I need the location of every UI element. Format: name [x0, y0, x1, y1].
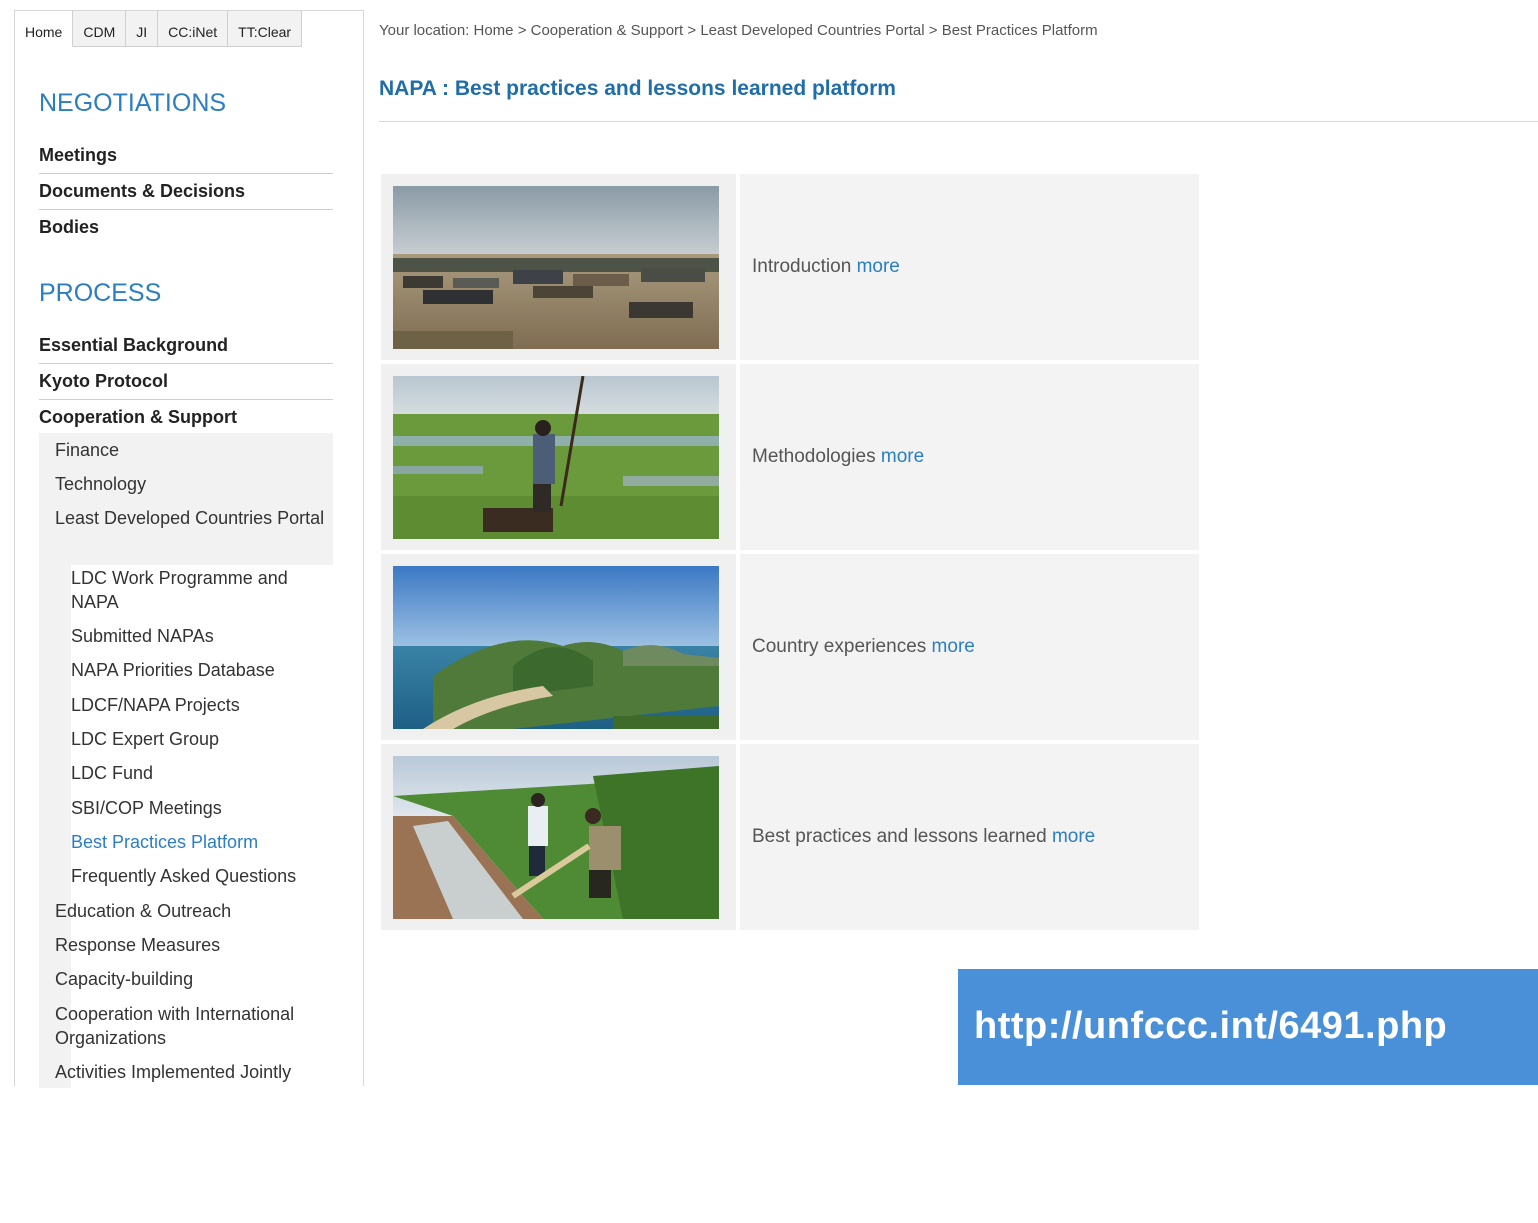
- card-text-cell: Introduction more: [740, 174, 1199, 360]
- card-title: Methodologies: [752, 446, 876, 467]
- card-caption: Methodologies more: [752, 446, 924, 468]
- sidebar-item-essential-background[interactable]: Essential Background: [39, 327, 333, 364]
- sidebar-item-bodies[interactable]: Bodies: [39, 209, 333, 245]
- irrigation-canal-photo: [393, 756, 719, 919]
- floating-village-photo: [393, 186, 719, 349]
- sidebar-item-meetings[interactable]: Meetings: [39, 137, 333, 174]
- card-title: Introduction: [752, 256, 852, 277]
- card-introduction: Introduction more: [381, 174, 1199, 360]
- wetland-boatman-photo: [393, 376, 719, 539]
- sidebar-item-ldc-portal[interactable]: Least Developed Countries Portal: [55, 506, 335, 530]
- more-link-best-practices[interactable]: more: [1052, 826, 1095, 847]
- sidebar-item-best-practices-platform[interactable]: Best Practices Platform: [71, 830, 335, 854]
- sidebar-item-submitted-napas[interactable]: Submitted NAPAs: [71, 624, 335, 648]
- sidebar-item-napa-priorities-database[interactable]: NAPA Priorities Database: [71, 658, 335, 682]
- card-title: Country experiences: [752, 636, 927, 657]
- card-text-cell: Best practices and lessons learned more: [740, 744, 1199, 930]
- sidebar-item-activities-implemented-jointly[interactable]: Activities Implemented Jointly: [55, 1060, 335, 1084]
- left-navigation: Home CDM JI CC:iNet TT:Clear NEGOTIATION…: [14, 10, 364, 1223]
- url-banner-text: http://unfccc.int/6491.php: [974, 1005, 1448, 1047]
- breadcrumb: Your location: Home > Cooperation & Supp…: [379, 22, 1098, 39]
- card-title: Best practices and lessons learned: [752, 826, 1047, 847]
- sidebar-item-finance[interactable]: Finance: [55, 438, 335, 462]
- url-banner: http://unfccc.int/6491.php: [958, 969, 1538, 1085]
- card-image-cell: [381, 364, 736, 550]
- card-caption: Best practices and lessons learned more: [752, 826, 1095, 848]
- sidebar-item-cooperation-international-organizations[interactable]: Cooperation with International Organizat…: [55, 1002, 335, 1050]
- sidebar-item-education-outreach[interactable]: Education & Outreach: [55, 899, 335, 923]
- sidebar-item-cooperation-support[interactable]: Cooperation & Support: [39, 399, 333, 435]
- title-divider: [379, 121, 1538, 122]
- card-text-cell: Country experiences more: [740, 554, 1199, 740]
- sidebar-item-ldc-expert-group[interactable]: LDC Expert Group: [71, 727, 335, 751]
- card-image-cell: [381, 554, 736, 740]
- tab-ji[interactable]: JI: [126, 11, 159, 47]
- card-text-cell: Methodologies more: [740, 364, 1199, 550]
- sidebar-item-faq[interactable]: Frequently Asked Questions: [71, 864, 335, 888]
- negotiations-heading: NEGOTIATIONS: [39, 89, 227, 117]
- sidebar-item-documents-decisions[interactable]: Documents & Decisions: [39, 173, 333, 210]
- sidebar-item-technology[interactable]: Technology: [55, 472, 335, 496]
- card-caption: Country experiences more: [752, 636, 975, 658]
- sidebar-item-response-measures[interactable]: Response Measures: [55, 933, 335, 957]
- process-heading: PROCESS: [39, 279, 162, 307]
- card-methodologies: Methodologies more: [381, 364, 1199, 550]
- tab-cc-inet[interactable]: CC:iNet: [158, 11, 229, 47]
- tab-cdm[interactable]: CDM: [73, 11, 127, 47]
- sidebar-item-ldc-fund[interactable]: LDC Fund: [71, 761, 335, 785]
- card-image-cell: [381, 744, 736, 930]
- page-title: NAPA : Best practices and lessons learne…: [379, 77, 896, 100]
- sidebar-item-kyoto-protocol[interactable]: Kyoto Protocol: [39, 363, 333, 400]
- sidebar-item-sbi-cop-meetings[interactable]: SBI/COP Meetings: [71, 796, 335, 820]
- tab-tt-clear[interactable]: TT:Clear: [228, 11, 303, 47]
- card-image-cell: [381, 174, 736, 360]
- coastal-hills-photo: [393, 566, 719, 729]
- more-link-methodologies[interactable]: more: [881, 446, 924, 467]
- sidebar-item-ldc-work-programme[interactable]: LDC Work Programme and NAPA: [71, 566, 335, 614]
- more-link-country-experiences[interactable]: more: [932, 636, 975, 657]
- more-link-introduction[interactable]: more: [857, 256, 900, 277]
- card-best-practices: Best practices and lessons learned more: [381, 744, 1199, 930]
- sidebar-item-ldcf-napa-projects[interactable]: LDCF/NAPA Projects: [71, 693, 335, 717]
- sidebar-item-capacity-building[interactable]: Capacity-building: [55, 967, 335, 991]
- card-caption: Introduction more: [752, 256, 900, 278]
- tab-home[interactable]: Home: [15, 11, 74, 47]
- card-country-experiences: Country experiences more: [381, 554, 1199, 740]
- site-tabs: Home CDM JI CC:iNet TT:Clear: [15, 11, 303, 47]
